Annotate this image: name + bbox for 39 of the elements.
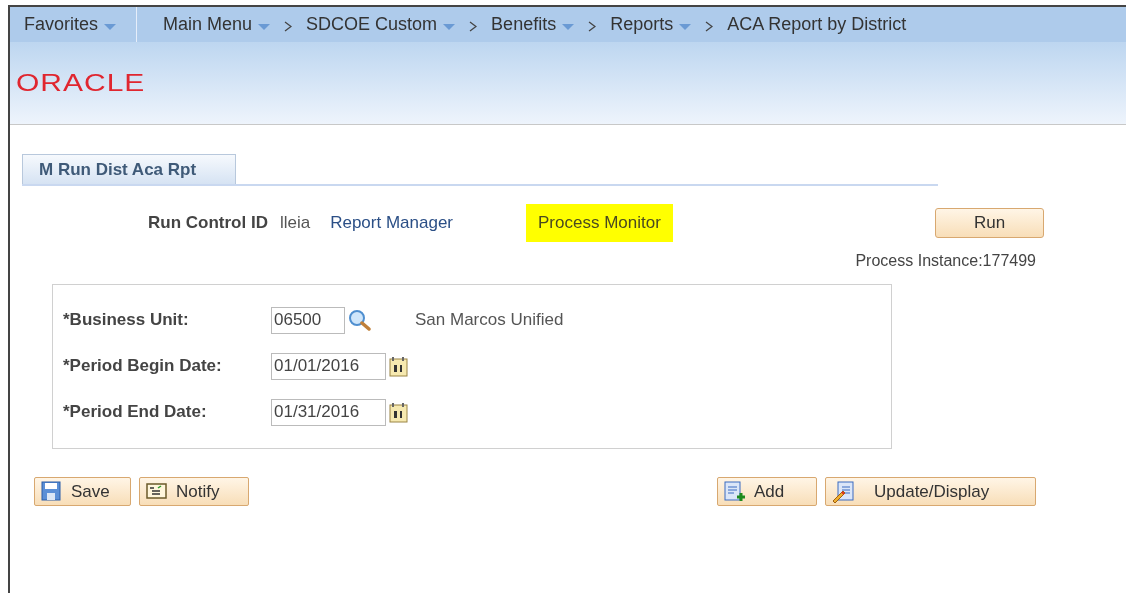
input-field[interactable]: 06500 (271, 306, 345, 334)
date-field[interactable]: 01/01/2016 (271, 352, 386, 380)
caret-icon (562, 23, 575, 30)
document-plus-icon (724, 480, 746, 503)
field-label: *Business Unit: (63, 309, 190, 332)
caret-icon (104, 23, 117, 30)
process-instance: Process Instance:177499 (855, 251, 1036, 271)
breadcrumb-item[interactable]: Benefits (491, 11, 575, 38)
chevron-icon (469, 21, 478, 32)
caret-icon (258, 23, 271, 30)
field-label: *Period Begin Date: (63, 355, 223, 378)
date-field[interactable]: 01/31/2016 (271, 398, 386, 426)
breadcrumb-item[interactable]: ACA Report by District (727, 11, 907, 38)
field-description: San Marcos Unified (415, 309, 564, 332)
field-label: *Period End Date: (63, 401, 208, 424)
run-control-label: Run Control ID (148, 212, 268, 235)
calendar-icon[interactable] (389, 401, 409, 423)
oracle-logo: ORACLE (16, 71, 146, 95)
caret-icon (679, 23, 692, 30)
add-button[interactable]: Add (717, 477, 817, 506)
breadcrumb-item[interactable]: Reports (610, 11, 692, 38)
chevron-icon (588, 21, 597, 32)
calendar-icon[interactable] (389, 355, 409, 377)
caret-icon (443, 23, 456, 30)
breadcrumb-item[interactable]: SDCOE Custom (306, 11, 456, 38)
chevron-icon (705, 21, 714, 32)
favorites-menu[interactable]: Favorites (24, 11, 117, 38)
notify-button[interactable]: Notify (139, 477, 249, 506)
search-icon[interactable] (348, 309, 372, 331)
tab[interactable]: M Run Dist Aca Rpt (22, 154, 236, 184)
breadcrumb-item[interactable]: Main Menu (163, 11, 271, 38)
run-button[interactable]: Run (935, 208, 1044, 238)
save-button[interactable]: Save (34, 477, 131, 506)
link[interactable]: Process Monitor (526, 204, 673, 242)
link[interactable]: Report Manager (330, 210, 453, 236)
run-control-value: lleia (279, 212, 311, 235)
update-button[interactable]: Update/Display (825, 477, 1036, 506)
pencil-document-icon (832, 480, 854, 503)
chevron-icon (284, 21, 293, 32)
